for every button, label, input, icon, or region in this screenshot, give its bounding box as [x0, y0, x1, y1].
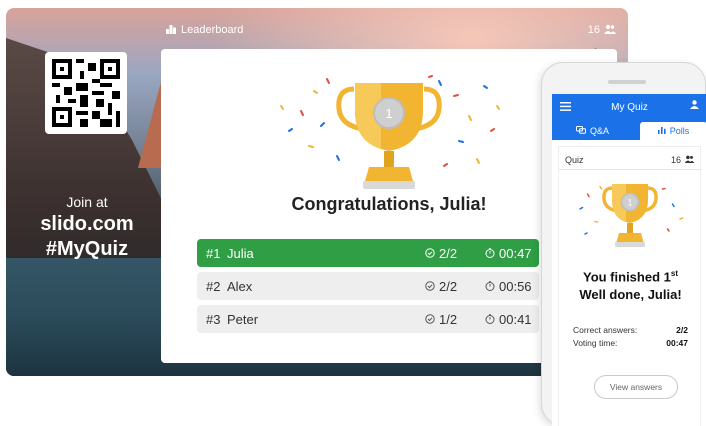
stat-label: Voting time:: [573, 338, 618, 348]
tab-polls[interactable]: Polls: [640, 122, 706, 140]
row-score: 2/2: [425, 279, 457, 294]
check-circle-icon: [425, 279, 435, 294]
finished-ordinal: st: [670, 269, 678, 278]
stopwatch-icon: [485, 312, 495, 327]
phone-trophy-rank: 1: [627, 198, 632, 208]
row-rank: #1: [206, 245, 221, 261]
join-url: slido.com: [40, 213, 134, 235]
finished-line: You finished 1st: [559, 265, 702, 286]
leaderboard-row: #1 Julia 2/2 00:47: [197, 239, 539, 267]
leaderboard-heading: Leaderboard: [166, 24, 243, 37]
qr-code: [45, 52, 127, 134]
trophy-confetti: 1: [269, 71, 509, 201]
stopwatch-icon: [485, 279, 495, 294]
leaderboard-icon: [166, 24, 176, 37]
phone-header: My Quiz Q&A Polls: [552, 94, 706, 140]
tab-polls-label: Polls: [669, 126, 690, 136]
quiz-panel: Quiz 16 1 You finished 1st Well done, Ju…: [558, 146, 702, 426]
tab-qa[interactable]: Q&A: [576, 122, 609, 140]
stat-value: 2/2: [676, 325, 688, 335]
people-icon: [684, 155, 695, 165]
view-answers-button[interactable]: View answers: [594, 375, 678, 399]
trophy-rank: 1: [385, 106, 392, 121]
quiz-participants-count: 16: [670, 155, 681, 165]
quiz-participants: 16: [671, 155, 695, 165]
stat-label: Correct answers:: [573, 325, 638, 335]
divider: [559, 169, 702, 170]
row-name: Alex: [227, 278, 253, 294]
row-time: 00:56: [485, 279, 532, 294]
quiz-header: Quiz 16: [565, 155, 695, 165]
stopwatch-icon: [485, 246, 495, 261]
row-time-value: 00:56: [499, 278, 532, 294]
row-name: Peter: [227, 311, 259, 327]
phone-title: My Quiz: [611, 102, 648, 113]
phone-screen: My Quiz Q&A Polls Quiz 16 1 You finished…: [552, 94, 706, 426]
check-circle-icon: [425, 312, 435, 327]
row-score-value: 2/2: [439, 245, 458, 261]
quiz-label: Quiz: [565, 155, 584, 165]
join-line-1: Join at: [66, 194, 108, 210]
row-time: 00:47: [485, 246, 532, 261]
join-instructions: Join at slido.com #MyQuiz: [20, 194, 154, 262]
participants-count: 16: [588, 24, 616, 37]
row-score-value: 2/2: [439, 278, 458, 294]
check-circle-icon: [425, 246, 435, 261]
phone-device: My Quiz Q&A Polls Quiz 16 1 You finished…: [541, 62, 706, 426]
well-done-line: Well done, Julia!: [579, 287, 682, 303]
chat-bubbles-icon: [576, 126, 586, 136]
tab-qa-label: Q&A: [590, 126, 610, 136]
stage: Leaderboard 16 Join at slido.com #MyQuiz…: [0, 0, 706, 426]
row-time-value: 00:47: [499, 245, 532, 261]
row-rank: #2: [206, 278, 221, 294]
leaderboard-row: #3 Peter 1/2 00:41: [197, 305, 539, 333]
people-icon: [604, 24, 616, 37]
leaderboard-row: #2 Alex 2/2 00:56: [197, 272, 539, 300]
row-score: 1/2: [425, 312, 457, 327]
trophy-icon: [336, 83, 442, 189]
row-time: 00:41: [485, 312, 532, 327]
presenter-screen: Leaderboard 16 Join at slido.com #MyQuiz…: [6, 8, 628, 376]
finished-text: You finished 1: [582, 269, 671, 285]
screen-topbar: Leaderboard 16: [166, 20, 616, 40]
phone-trophy-confetti: 1: [570, 179, 690, 257]
row-score-value: 1/2: [439, 311, 458, 327]
finished-message: You finished 1st Well done, Julia!: [559, 265, 702, 304]
participants-number: 16: [587, 24, 600, 36]
join-code: #MyQuiz: [45, 238, 129, 260]
bar-chart-icon: [657, 126, 666, 136]
row-time-value: 00:41: [499, 311, 532, 327]
user-icon[interactable]: [690, 100, 699, 112]
row-score: 2/2: [425, 246, 457, 261]
stat-row: Voting time: 00:47: [573, 338, 688, 348]
stat-value: 00:47: [666, 338, 688, 348]
row-name: Julia: [227, 245, 254, 261]
stat-row: Correct answers: 2/2: [573, 325, 688, 335]
leaderboard-label: Leaderboard: [181, 24, 244, 36]
row-rank: #3: [206, 311, 221, 327]
phone-speaker: [608, 80, 646, 84]
